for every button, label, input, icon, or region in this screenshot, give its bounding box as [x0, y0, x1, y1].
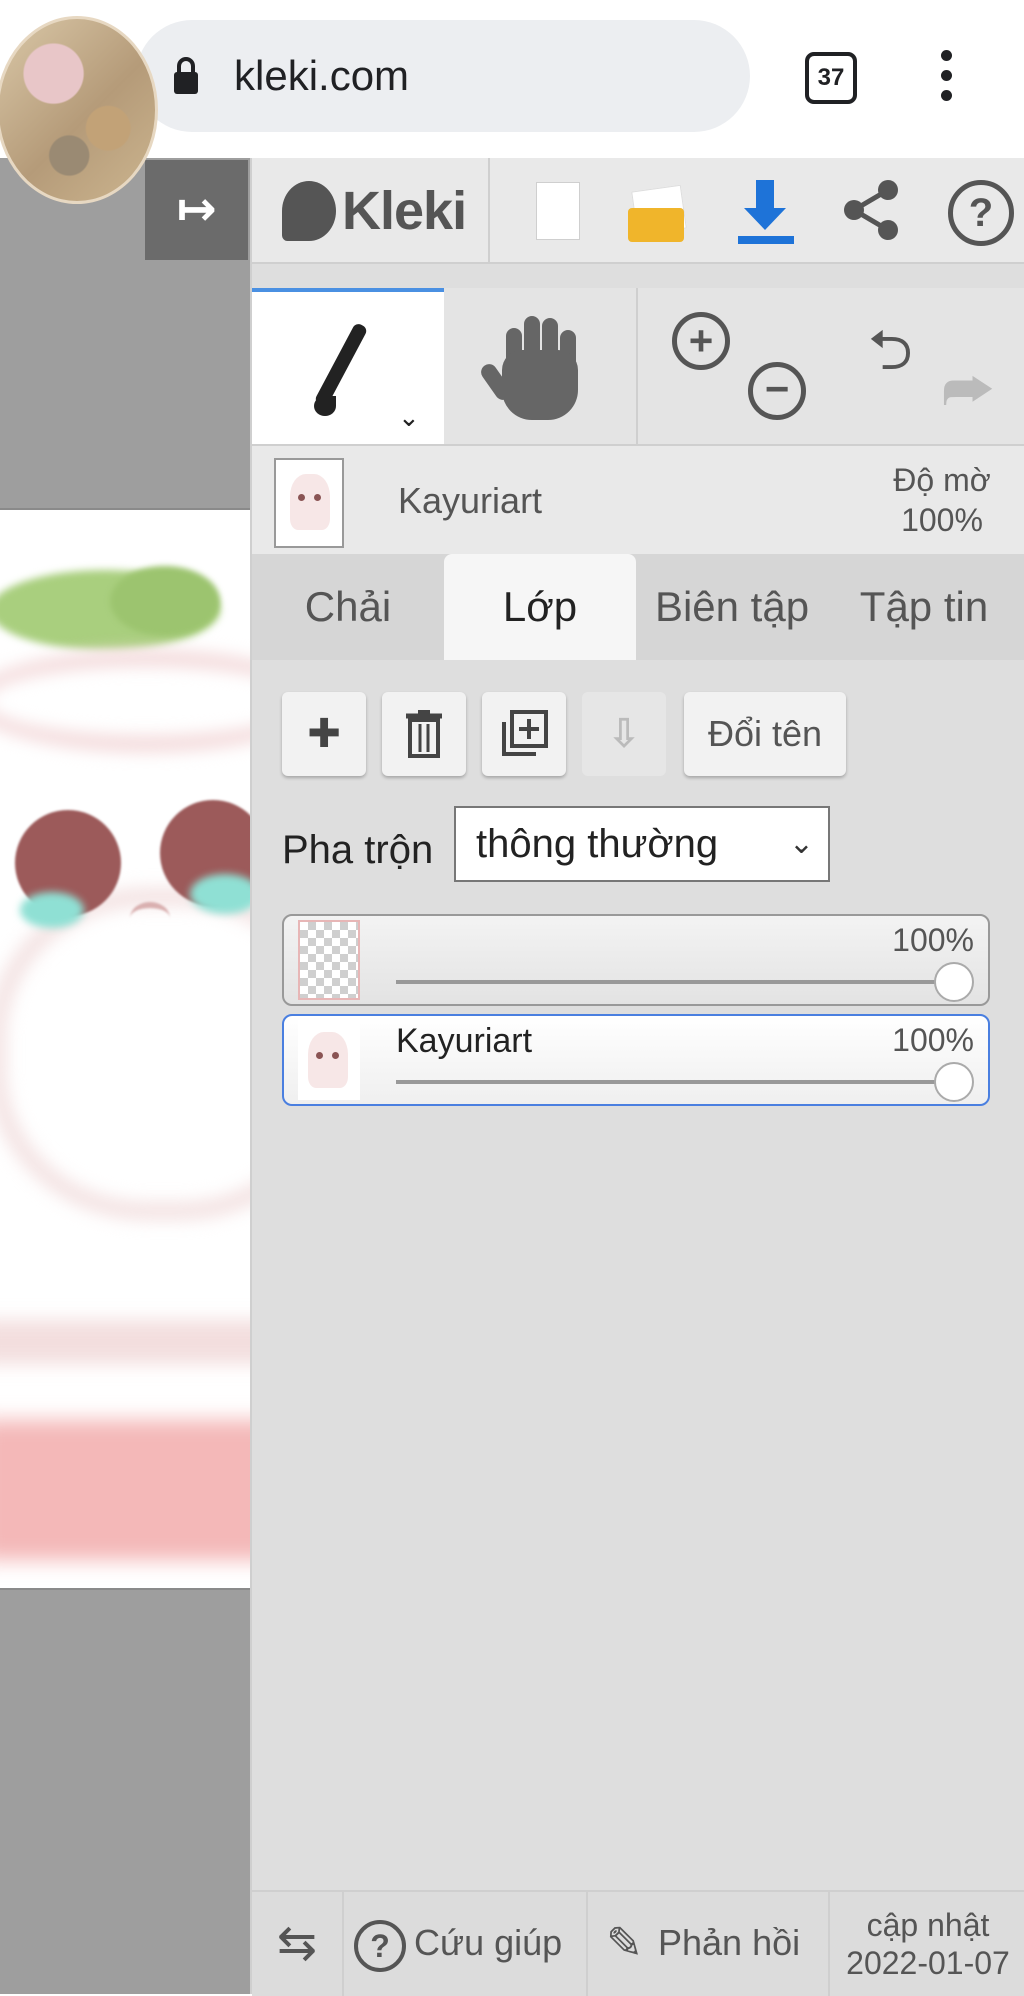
zoom-out-icon[interactable]: − — [748, 362, 806, 420]
feedback-icon: ✎ — [606, 1919, 643, 1968]
swap-icon[interactable]: ⇆ — [252, 1892, 344, 1996]
panel-tabs: Chải Lớp Biên tập Tập tin — [252, 554, 1024, 660]
side-panel: Kleki ? ⌄ + − ⮌ ⮫ Kayuriart Độ mờ 100% C… — [250, 158, 1024, 1996]
add-layer-icon[interactable]: ✚ — [282, 692, 366, 776]
merge-down-icon[interactable]: ⇩ — [582, 692, 666, 776]
chat-head-avatar[interactable] — [0, 16, 158, 204]
tab-switcher-button[interactable]: 37 — [805, 52, 857, 104]
layer-item[interactable]: 100% — [282, 914, 990, 1006]
rename-button[interactable]: Đổi tên — [684, 692, 846, 776]
chevron-down-icon[interactable]: ⌄ — [398, 402, 420, 433]
menu-icon[interactable] — [938, 50, 954, 106]
tab-layers[interactable]: Lớp — [444, 554, 636, 660]
drawing-canvas[interactable] — [0, 508, 250, 1590]
opacity-readout: Độ mờ 100% — [893, 462, 991, 538]
zoom-in-icon[interactable]: + — [672, 312, 730, 370]
download-icon[interactable] — [730, 174, 802, 246]
blend-label: Pha trộn — [282, 828, 434, 872]
opacity-slider-handle[interactable] — [934, 962, 974, 1002]
layer-thumbnail — [298, 1020, 360, 1100]
tab-file[interactable]: Tập tin — [828, 554, 1020, 660]
opacity-slider[interactable] — [396, 1080, 956, 1084]
feedback-button[interactable]: ✎ Phản hồi — [588, 1892, 830, 1996]
current-layer-name: Kayuriart — [398, 480, 543, 521]
help-icon: ? — [354, 1920, 406, 1972]
help-button[interactable]: ? Cứu giúp — [344, 1892, 588, 1996]
url-text: kleki.com — [234, 52, 410, 99]
current-layer-info: Kayuriart Độ mờ 100% — [252, 446, 1024, 554]
layer-thumbnail — [274, 458, 344, 548]
layer-thumbnail — [298, 920, 360, 1000]
open-folder-icon[interactable] — [622, 174, 694, 246]
opacity-slider[interactable] — [396, 980, 956, 984]
tab-edit[interactable]: Biên tập — [636, 554, 828, 660]
panel-footer: ⇆ ? Cứu giúp ✎ Phản hồi cập nhật 2022-01… — [252, 1890, 1024, 1996]
brush-tool-button[interactable]: ⌄ — [252, 288, 444, 444]
new-file-icon[interactable] — [520, 174, 592, 246]
opacity-slider-handle[interactable] — [934, 1062, 974, 1102]
chevron-down-icon: ⌄ — [788, 827, 814, 860]
redo-icon[interactable]: ⮫ — [942, 358, 994, 425]
address-bar[interactable]: kleki.com — [136, 20, 750, 132]
canvas-area[interactable] — [0, 158, 250, 1994]
lock-icon — [174, 57, 198, 94]
duplicate-layer-icon[interactable] — [482, 692, 566, 776]
share-icon[interactable] — [836, 174, 908, 246]
collapse-icon[interactable]: ↦ — [145, 160, 248, 260]
tool-row: ⌄ + − ⮌ ⮫ — [252, 288, 1024, 446]
tab-brush[interactable]: Chải — [252, 554, 444, 660]
hand-tool-button[interactable] — [444, 288, 638, 444]
logo-icon — [282, 181, 336, 241]
layer-item-selected[interactable]: Kayuriart 100% — [282, 1014, 990, 1106]
update-info[interactable]: cập nhật 2022-01-07 — [830, 1892, 1024, 1996]
blend-mode-select[interactable]: thông thường ⌄ — [454, 806, 830, 882]
delete-layer-icon[interactable] — [382, 692, 466, 776]
kleki-logo[interactable]: Kleki — [282, 176, 467, 246]
undo-icon[interactable]: ⮌ — [868, 310, 913, 405]
app-toolbar: Kleki ? — [252, 158, 1024, 264]
help-icon[interactable]: ? — [942, 174, 1014, 246]
